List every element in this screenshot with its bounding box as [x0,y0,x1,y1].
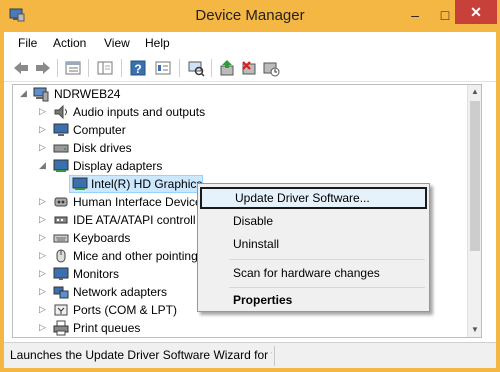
hid-icon [54,197,68,207]
tree-item-label: Audio inputs and outputs [73,105,206,119]
computer-icon [33,87,49,102]
status-bar: Launches the Update Driver Software Wiza… [4,342,496,368]
tree-item-label: Computer [73,123,126,137]
monitor-icon [53,267,69,280]
disable-menu-item[interactable]: Disable [200,210,427,232]
minimize-button[interactable]: – [400,2,430,28]
toolbar: ? [4,54,496,82]
keyboard-icon [53,234,69,243]
expand-arrow-icon[interactable]: ▷ [39,106,49,118]
uninstall-icon[interactable] [240,59,258,77]
close-button[interactable]: ✕ [455,0,497,24]
audio-icon [54,104,67,120]
collapse-arrow-icon[interactable]: ◢ [39,160,49,172]
display-adapter-icon [53,159,69,172]
tree-item-label: Intel(R) HD Graphics [91,177,203,191]
expand-arrow-icon[interactable]: ▷ [39,232,49,244]
printer-icon [53,320,69,336]
title-bar[interactable]: Device Manager – □ ✕ [0,0,500,32]
properties-list-icon[interactable] [64,59,82,77]
expand-arrow-icon[interactable]: ▷ [39,322,49,334]
menu-view[interactable]: View [104,36,130,50]
collapse-arrow-icon[interactable]: ◢ [20,88,30,100]
tree-item-label: Ports (COM & LPT) [73,303,178,317]
tree-item-label: Print queues [73,321,141,335]
tree-item-label: Monitors [73,267,120,281]
expand-arrow-icon[interactable]: ▷ [39,286,49,298]
disable-icon[interactable] [262,59,280,77]
vertical-scrollbar[interactable]: ▲ ▼ [467,85,481,337]
expand-arrow-icon[interactable]: ▷ [39,214,49,226]
help-icon[interactable]: ? [129,59,147,77]
properties-menu-item[interactable]: Properties [200,289,427,311]
ide-icon [54,216,68,224]
scan-hardware-menu-item[interactable]: Scan for hardware changes [200,262,427,284]
scroll-up-icon[interactable]: ▲ [468,85,481,99]
expand-arrow-icon[interactable]: ▷ [39,124,49,136]
tree-root-label: NDRWEB24 [54,87,121,101]
expand-arrow-icon[interactable]: ▷ [39,250,49,262]
expand-arrow-icon[interactable]: ▷ [39,196,49,208]
scroll-down-icon[interactable]: ▼ [468,323,481,337]
tree-item-label: Network adapters [73,285,168,299]
expand-arrow-icon[interactable]: ▷ [39,304,49,316]
computer-icon [53,123,69,136]
uninstall-menu-item[interactable]: Uninstall [200,233,427,255]
context-menu: Update Driver Software... Disable Uninst… [197,183,430,312]
scrollbar-thumb[interactable] [470,101,480,251]
tree-item-intel-hd-graphics[interactable]: Intel(R) HD Graphics [69,175,203,193]
scan-hardware-icon[interactable] [187,59,205,77]
port-icon [54,304,68,316]
forward-icon[interactable] [34,59,52,77]
device-manager-window: Device Manager – □ ✕ File Action View He… [0,0,500,372]
status-text: Launches the Update Driver Software Wiza… [10,348,272,362]
display-adapter-icon [72,177,88,190]
menu-file[interactable]: File [18,36,37,50]
disk-icon [53,144,69,153]
tree-item-label: Disk drives [73,141,132,155]
svg-text:?: ? [134,62,141,76]
expand-arrow-icon[interactable]: ▷ [39,142,49,154]
menu-separator [229,259,425,260]
update-driver-menu-item[interactable]: Update Driver Software... [200,187,427,209]
tree-item-label: Mice and other pointing [73,249,198,263]
details-icon[interactable] [154,59,172,77]
back-icon[interactable] [12,59,30,77]
tree-item-label: IDE ATA/ATAPI controll [73,213,196,227]
mouse-icon [56,249,66,263]
tree-item-label: Keyboards [73,231,131,245]
tree-item-label: Human Interface Device [73,195,202,209]
menu-action[interactable]: Action [53,36,86,50]
status-divider [274,346,275,366]
expand-arrow-icon[interactable]: ▷ [39,268,49,280]
tree-item-label: Display adapters [73,159,163,173]
update-driver-icon[interactable] [218,59,236,77]
menu-separator [229,287,425,288]
menu-help[interactable]: Help [145,36,170,50]
menu-bar: File Action View Help [4,32,496,54]
network-icon [53,286,69,299]
show-hide-console-tree-icon[interactable] [96,59,114,77]
